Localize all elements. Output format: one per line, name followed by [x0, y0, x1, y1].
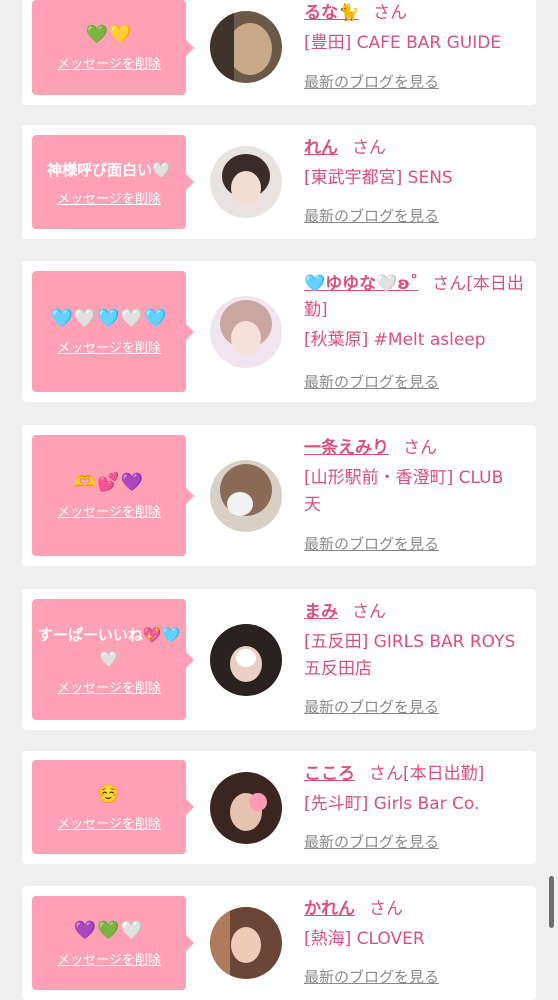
- user-info: かれん さん [熱海] CLOVER: [304, 896, 524, 953]
- message-bubble: 🫶💕💜 メッセージを削除: [32, 435, 194, 556]
- list-item: 💚💛 メッセージを削除 るな🐈 さん [豊田] CAFE BAR GUIDE 最新…: [22, 0, 536, 105]
- latest-blog-link[interactable]: 最新のブログを見る: [304, 696, 439, 717]
- delete-message-link[interactable]: メッセージを削除: [57, 337, 161, 356]
- avatar[interactable]: [210, 296, 282, 368]
- shop-label: [山形駅前・香澄町] CLUB 天: [304, 468, 504, 515]
- list-item: 🩵🤍🩵🤍🩵 メッセージを削除 🩵ゆゆな🤍ʚ˚ さん[本日出勤] [秋葉原] #Me…: [22, 261, 536, 402]
- latest-blog-link[interactable]: 最新のブログを見る: [304, 71, 439, 92]
- shop-label: [東武宇都宮] SENS: [304, 168, 453, 188]
- user-info: こころ さん[本日出勤] [先斗町] Girls Bar Co.: [304, 761, 524, 818]
- latest-blog-link[interactable]: 最新のブログを見る: [304, 371, 439, 392]
- name-suffix: さん: [403, 438, 437, 458]
- avatar[interactable]: [210, 146, 282, 218]
- user-info: るな🐈 さん [豊田] CAFE BAR GUIDE: [304, 0, 524, 57]
- latest-blog-link[interactable]: 最新のブログを見る: [304, 831, 439, 852]
- message-text: ☺️: [97, 783, 121, 805]
- user-name-link[interactable]: こころ: [304, 764, 355, 784]
- list-item: すーぱーいいね💖🩵🤍 メッセージを削除 まみ さん [五反田] GIRLS BAR…: [22, 589, 536, 730]
- delete-message-link[interactable]: メッセージを削除: [57, 677, 161, 696]
- avatar[interactable]: [210, 624, 282, 696]
- list-item: ☺️ メッセージを削除 こころ さん[本日出勤] [先斗町] Girls Bar …: [22, 751, 536, 864]
- delete-message-link[interactable]: メッセージを削除: [57, 949, 161, 968]
- message-text: 🫶💕💜: [73, 472, 145, 493]
- name-suffix: さん[本日出勤]: [369, 764, 485, 784]
- avatar[interactable]: [210, 460, 282, 532]
- message-bubble: 💜💚🤍 メッセージを削除: [32, 896, 194, 990]
- message-bubble: 💚💛 メッセージを削除: [32, 0, 194, 95]
- user-info: まみ さん [五反田] GIRLS BAR ROYS五反田店: [304, 599, 524, 683]
- message-text: 🩵🤍🩵🤍🩵: [50, 308, 168, 329]
- list-item: 神様呼び面白い🤍 メッセージを削除 れん さん [東武宇都宮] SENS 最新のブ…: [22, 125, 536, 239]
- delete-message-link[interactable]: メッセージを削除: [57, 188, 161, 207]
- shop-label: [豊田] CAFE BAR GUIDE: [304, 33, 502, 53]
- name-suffix: さん: [373, 3, 408, 23]
- shop-label: [先斗町] Girls Bar Co.: [304, 794, 480, 814]
- user-name-link[interactable]: かれん: [304, 899, 355, 919]
- message-bubble: ☺️ メッセージを削除: [32, 760, 194, 854]
- message-text: すーぱーいいね💖🩵🤍: [37, 626, 181, 668]
- shop-label: [熱海] CLOVER: [304, 929, 425, 949]
- message-bubble: 🩵🤍🩵🤍🩵 メッセージを削除: [32, 271, 194, 392]
- name-suffix: さん: [352, 602, 386, 622]
- delete-message-link[interactable]: メッセージを削除: [57, 53, 161, 72]
- list-item: 💜💚🤍 メッセージを削除 かれん さん [熱海] CLOVER 最新のブログを見る: [22, 886, 536, 1000]
- user-info: 一条えみり さん [山形駅前・香澄町] CLUB 天: [304, 435, 524, 519]
- user-name-link[interactable]: 🩵ゆゆな🤍ʚ˚: [304, 274, 418, 294]
- delete-message-link[interactable]: メッセージを削除: [57, 501, 161, 520]
- user-name-link[interactable]: 一条えみり: [304, 438, 389, 458]
- user-name-link[interactable]: まみ: [304, 602, 338, 622]
- latest-blog-link[interactable]: 最新のブログを見る: [304, 533, 439, 554]
- avatar[interactable]: [210, 772, 282, 844]
- message-text: 💜💚🤍: [73, 919, 145, 941]
- user-info: 🩵ゆゆな🤍ʚ˚ さん[本日出勤] [秋葉原] #Melt asleep: [304, 271, 524, 354]
- message-text: 神様呼び面白い🤍: [47, 160, 171, 179]
- shop-label: [五反田] GIRLS BAR ROYS五反田店: [304, 632, 516, 679]
- name-suffix: さん: [369, 899, 403, 919]
- user-name-link[interactable]: るな🐈: [304, 3, 359, 23]
- scrollbar-thumb[interactable]: [549, 876, 554, 928]
- message-text: 💚💛: [85, 24, 133, 45]
- list-item: 🫶💕💜 メッセージを削除 一条えみり さん [山形駅前・香澄町] CLUB 天 最…: [22, 425, 536, 566]
- avatar[interactable]: [210, 907, 282, 979]
- delete-message-link[interactable]: メッセージを削除: [57, 813, 161, 832]
- shop-label: [秋葉原] #Melt asleep: [304, 330, 486, 350]
- latest-blog-link[interactable]: 最新のブログを見る: [304, 205, 439, 226]
- latest-blog-link[interactable]: 最新のブログを見る: [304, 966, 439, 987]
- message-bubble: すーぱーいいね💖🩵🤍 メッセージを削除: [32, 599, 194, 720]
- user-info: れん さん [東武宇都宮] SENS: [304, 135, 524, 192]
- avatar[interactable]: [210, 11, 282, 83]
- user-name-link[interactable]: れん: [304, 138, 338, 158]
- name-suffix: さん: [352, 138, 386, 158]
- message-bubble: 神様呼び面白い🤍 メッセージを削除: [32, 135, 194, 229]
